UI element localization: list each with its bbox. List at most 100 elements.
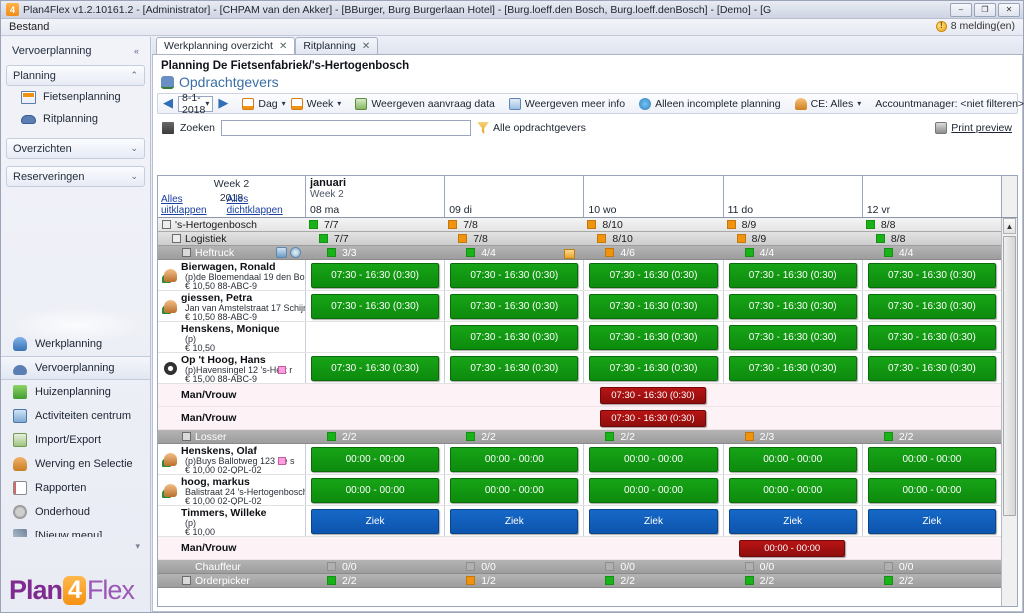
group-count-cell[interactable]: 3/3 [305, 247, 444, 259]
group-count-cell[interactable]: 7/8 [444, 233, 583, 245]
sidebar-more-icon[interactable]: ▾ [135, 541, 140, 552]
clock-icon[interactable] [290, 247, 301, 258]
schedule-cell[interactable]: 07:30 - 16:30 (0:30) [722, 291, 862, 321]
group-count-cell[interactable]: 1/2 [444, 575, 583, 587]
arrow-right-icon[interactable]: ▶ [218, 96, 228, 110]
truck-icon[interactable] [276, 247, 287, 258]
schedule-cell[interactable]: Ziek [861, 506, 1001, 536]
schedule-cell[interactable]: 00:00 - 00:00 [722, 444, 862, 474]
toolbar-button-week[interactable]: Week ▾ [290, 97, 341, 110]
schedule-cell[interactable] [305, 384, 444, 406]
toolbar-button-weergeven-aanvraag-data[interactable]: Weergeven aanvraag data [355, 97, 495, 110]
group-count-cell[interactable]: 2/2 [583, 431, 722, 443]
schedule-cell[interactable]: 00:00 - 00:00 [583, 475, 722, 505]
schedule-cell[interactable]: 07:30 - 16:30 (0:30) [722, 353, 862, 383]
close-button[interactable]: ✕ [998, 2, 1020, 17]
schedule-block[interactable]: 07:30 - 16:30 (0:30) [867, 324, 997, 350]
schedule-block[interactable]: 07:30 - 16:30 (0:30) [450, 355, 579, 381]
scrollbar-thumb[interactable] [1003, 236, 1016, 516]
group-count-cell[interactable]: 4/4 [444, 247, 583, 259]
group-count-cell[interactable]: 8/9 [723, 219, 862, 231]
schedule-cell[interactable]: 07:30 - 16:30 (0:30) [305, 260, 444, 290]
schedule-block[interactable]: 07:30 - 16:30 (0:30) [311, 293, 440, 319]
schedule-block[interactable]: 07:30 - 16:30 (0:30) [311, 355, 440, 381]
schedule-block[interactable]: 07:30 - 16:30 (0:30) [450, 324, 579, 350]
schedule-cell[interactable]: 00:00 - 00:00 [861, 444, 1001, 474]
group-count-cell[interactable]: 8/10 [583, 233, 722, 245]
group-count-cell[interactable]: 7/7 [305, 219, 444, 231]
schedule-block[interactable]: 00:00 - 00:00 [311, 477, 440, 503]
schedule-block[interactable]: 00:00 - 00:00 [867, 446, 997, 472]
chevron-down-icon[interactable]: ▾ [857, 99, 861, 108]
tab-ritplanning[interactable]: Ritplanning ✕ [295, 37, 379, 54]
schedule-cell[interactable]: 07:30 - 16:30 (0:30) [861, 260, 1001, 290]
toolbar-button-dag[interactable]: Dag ▾ [242, 97, 286, 110]
group-count-cell[interactable]: 0/0 [862, 561, 1001, 573]
schedule-block[interactable]: 07:30 - 16:30 (0:30) [867, 355, 997, 381]
chevron-down-icon[interactable]: ▾ [282, 99, 286, 108]
sidebar-item-vervoerplanning[interactable]: Vervoerplanning [1, 356, 150, 380]
vertical-scrollbar[interactable]: ▲ [1001, 218, 1017, 606]
group-count-cell[interactable]: 4/6 [583, 247, 722, 259]
schedule-cell[interactable]: 07:30 - 16:30 (0:30) [583, 384, 722, 406]
schedule-cell[interactable]: 07:30 - 16:30 (0:30) [583, 260, 722, 290]
schedule-block[interactable]: 07:30 - 16:30 (0:30) [728, 355, 857, 381]
print-preview-button[interactable]: Print preview [935, 122, 1012, 134]
toolbar-button-ce-filter[interactable]: CE: Alles ▾ [794, 97, 861, 110]
schedule-block[interactable]: 07:30 - 16:30 (0:30) [728, 324, 857, 350]
schedule-cell[interactable]: 07:30 - 16:30 (0:30) [305, 353, 444, 383]
note-icon[interactable] [564, 248, 576, 259]
group-count-cell[interactable]: 2/2 [444, 431, 583, 443]
schedule-block[interactable]: 07:30 - 16:30 (0:30) [600, 386, 706, 404]
schedule-cell[interactable]: 00:00 - 00:00 [722, 475, 862, 505]
minimize-button[interactable]: – [950, 2, 972, 17]
schedule-cell[interactable]: 00:00 - 00:00 [861, 475, 1001, 505]
schedule-block[interactable]: 07:30 - 16:30 (0:30) [728, 262, 857, 288]
group-count-cell[interactable]: 8/8 [862, 233, 1001, 245]
group-count-cell[interactable]: 8/9 [723, 233, 862, 245]
expand-all-link[interactable]: Alles uitklappen [161, 194, 227, 216]
schedule-cell[interactable]: 07:30 - 16:30 (0:30) [444, 353, 583, 383]
group-count-cell[interactable]: 2/2 [862, 575, 1001, 587]
expander-icon[interactable] [182, 432, 191, 441]
expander-icon[interactable] [182, 248, 191, 257]
schedule-cell[interactable]: 07:30 - 16:30 (0:30) [583, 407, 722, 429]
schedule-cell[interactable] [305, 322, 444, 352]
schedule-block[interactable]: 00:00 - 00:00 [311, 446, 440, 472]
schedule-cell[interactable]: 07:30 - 16:30 (0:30) [305, 291, 444, 321]
person-green-icon[interactable] [164, 453, 177, 466]
group-count-cell[interactable]: 2/2 [862, 431, 1001, 443]
schedule-cell[interactable]: 07:30 - 16:30 (0:30) [861, 353, 1001, 383]
schedule-cell[interactable]: 00:00 - 00:00 [444, 444, 583, 474]
schedule-cell[interactable]: 07:30 - 16:30 (0:30) [583, 291, 722, 321]
schedule-block[interactable]: Ziek [450, 508, 579, 534]
schedule-block[interactable]: 07:30 - 16:30 (0:30) [589, 355, 718, 381]
group-count-cell[interactable]: 0/0 [305, 561, 444, 573]
schedule-block[interactable]: 07:30 - 16:30 (0:30) [589, 293, 718, 319]
collapse-sidebar-icon[interactable]: « [134, 46, 139, 56]
sidebar-item-onderhoud[interactable]: Onderhoud [1, 500, 150, 524]
schedule-block[interactable]: 07:30 - 16:30 (0:30) [867, 262, 997, 288]
schedule-block[interactable]: Ziek [589, 508, 718, 534]
page-subtitle[interactable]: Opdrachtgevers [153, 72, 1022, 93]
schedule-block[interactable]: 07:30 - 16:30 (0:30) [450, 262, 579, 288]
tab-werkplanning-overzicht[interactable]: Werkplanning overzicht ✕ [156, 37, 296, 54]
toolbar-button-accountmanager-filter[interactable]: Accountmanager: <niet filteren> ▾ [875, 98, 1024, 110]
schedule-cell[interactable] [305, 407, 444, 429]
schedule-block[interactable]: Ziek [311, 508, 440, 534]
sidebar-item-ritplanning[interactable]: Ritplanning [1, 108, 150, 130]
toolbar-button-weergeven-meer-info[interactable]: Weergeven meer info [508, 97, 625, 110]
schedule-cell[interactable]: 07:30 - 16:30 (0:30) [861, 322, 1001, 352]
group-count-cell[interactable]: 0/0 [583, 561, 722, 573]
filter-alle-opdrachtgevers[interactable]: Alle opdrachtgevers [477, 122, 586, 134]
schedule-block[interactable]: 07:30 - 16:30 (0:30) [450, 293, 579, 319]
notification-area[interactable]: ! 8 melding(en) [935, 20, 1015, 32]
close-icon[interactable]: ✕ [362, 41, 370, 52]
sidebar-group-overzichten[interactable]: Overzichten ⌄ [6, 138, 145, 159]
schedule-cell[interactable]: 07:30 - 16:30 (0:30) [583, 322, 722, 352]
group-count-cell[interactable]: 8/8 [862, 219, 1001, 231]
schedule-cell[interactable]: 00:00 - 00:00 [444, 475, 583, 505]
schedule-cell[interactable] [444, 537, 583, 559]
group-count-cell[interactable]: 2/2 [305, 575, 444, 587]
sidebar-item-import-export[interactable]: Import/Export [1, 428, 150, 452]
